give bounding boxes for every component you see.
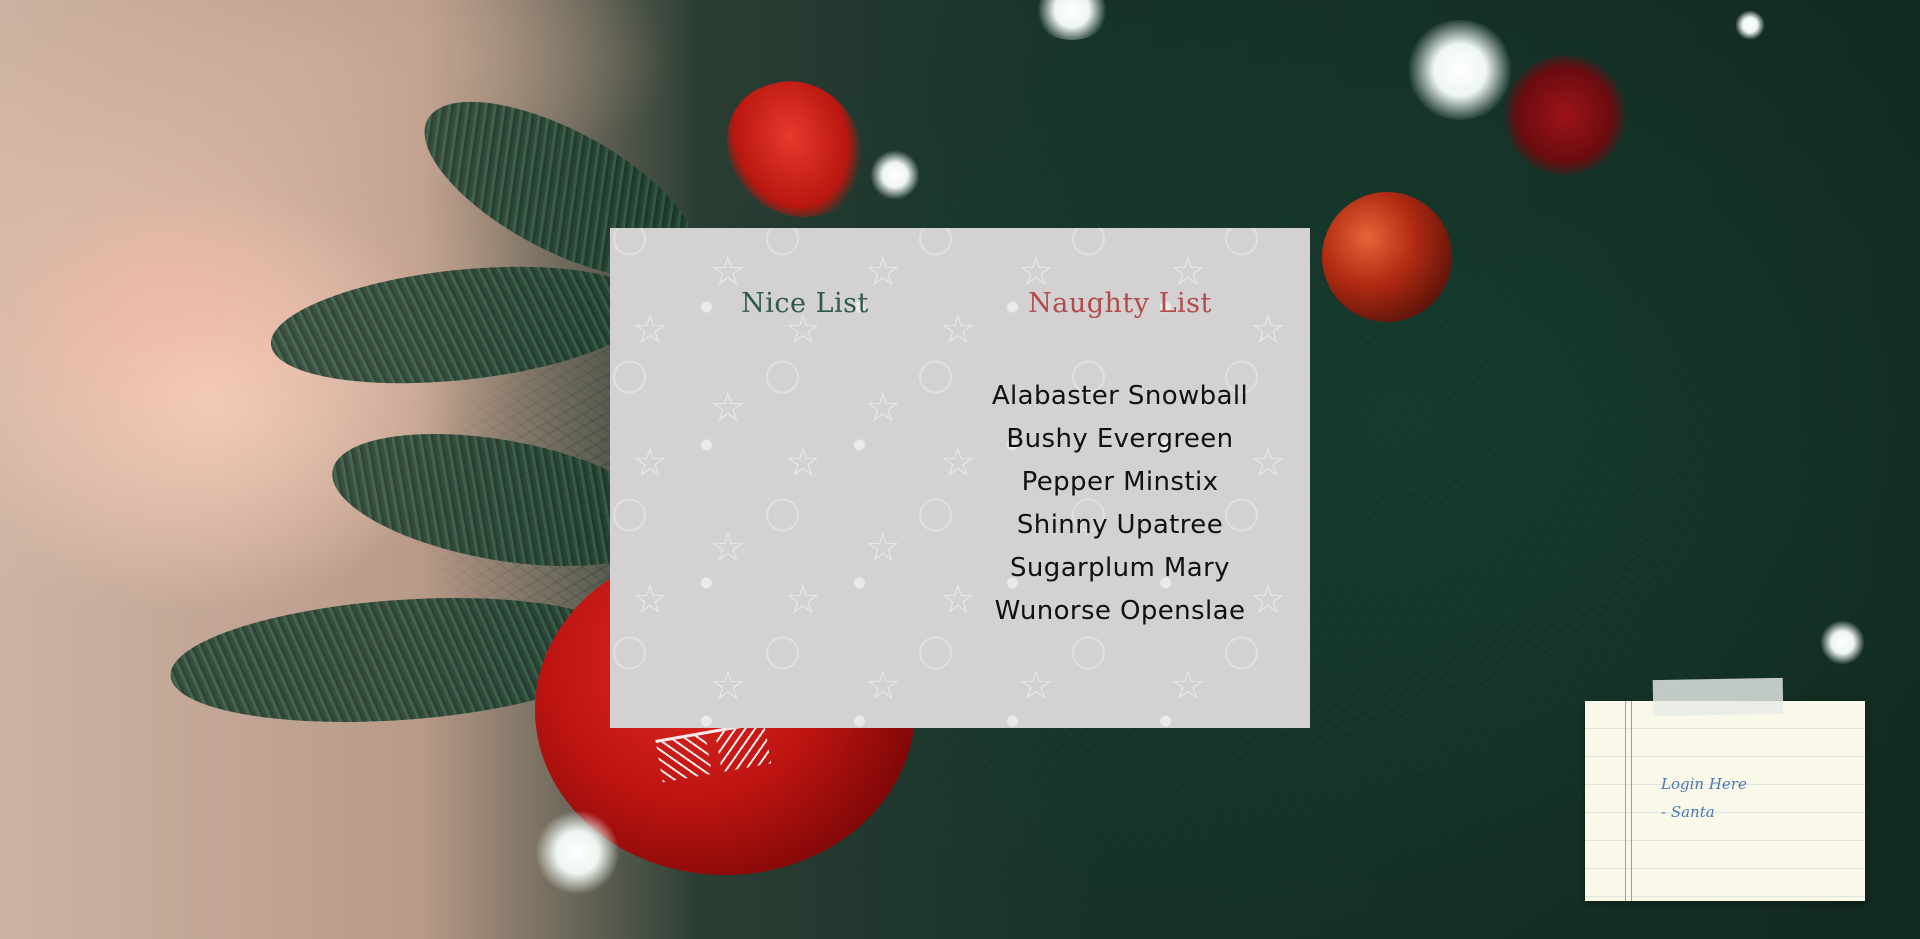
fairy-light bbox=[1735, 10, 1765, 40]
list-item: Shinny Upatree bbox=[1016, 510, 1224, 540]
glass-bauble-ornament bbox=[1322, 192, 1452, 322]
naughty-nice-lists-panel: ☆ ☆ ☆ ☆ ☆ ☆ ☆ ☆ ☆ ☆ ☆ ☆ ☆ ☆ ☆ ☆ ☆ ☆ ☆ ☆ … bbox=[610, 228, 1310, 728]
fairy-light bbox=[1033, 0, 1111, 40]
fairy-light bbox=[870, 150, 920, 200]
snowflake-pattern bbox=[655, 720, 775, 803]
star-icon: ☆ bbox=[1170, 663, 1206, 709]
star-icon: ☆ bbox=[1018, 663, 1054, 709]
list-item: Sugarplum Mary bbox=[1010, 553, 1230, 583]
list-item: Alabaster Snowball bbox=[991, 381, 1249, 411]
star-icon: ☆ bbox=[710, 663, 746, 709]
fairy-light bbox=[1405, 20, 1515, 120]
star-icon: ☆ bbox=[785, 440, 821, 486]
nice-list-title: Nice List bbox=[741, 288, 869, 319]
red-ribbon-bow bbox=[1505, 55, 1625, 175]
naughty-list: Naughty List Alabaster Snowball Bushy Ev… bbox=[955, 288, 1285, 633]
fairy-light bbox=[535, 810, 620, 895]
tape-strip bbox=[1652, 677, 1784, 717]
naughty-list-entries: Alabaster Snowball Bushy Evergreen Peppe… bbox=[955, 375, 1285, 633]
star-icon: ☆ bbox=[785, 577, 821, 623]
nice-list: Nice List bbox=[640, 288, 970, 375]
star-icon: ☆ bbox=[710, 385, 746, 431]
star-icon: ☆ bbox=[865, 525, 901, 571]
star-icon: ☆ bbox=[710, 525, 746, 571]
star-icon: ☆ bbox=[865, 249, 901, 295]
star-icon: ☆ bbox=[1170, 249, 1206, 295]
notepad-margin-line bbox=[1625, 701, 1632, 901]
star-icon: ☆ bbox=[632, 577, 668, 623]
star-icon: ☆ bbox=[710, 249, 746, 295]
list-item: Pepper Minstix bbox=[1021, 467, 1219, 497]
star-icon: ☆ bbox=[1018, 249, 1054, 295]
list-item: Wunorse Openslae bbox=[994, 596, 1246, 626]
note-signature: - Santa bbox=[1661, 803, 1715, 821]
naughty-list-title: Naughty List bbox=[1028, 288, 1212, 319]
login-sticky-note: Login Here - Santa bbox=[1585, 677, 1865, 901]
star-icon: ☆ bbox=[865, 385, 901, 431]
star-icon: ☆ bbox=[865, 663, 901, 709]
list-item: Bushy Evergreen bbox=[1006, 424, 1234, 454]
fairy-light bbox=[1820, 620, 1865, 665]
login-link[interactable]: Login Here bbox=[1661, 775, 1747, 793]
star-icon: ☆ bbox=[632, 440, 668, 486]
